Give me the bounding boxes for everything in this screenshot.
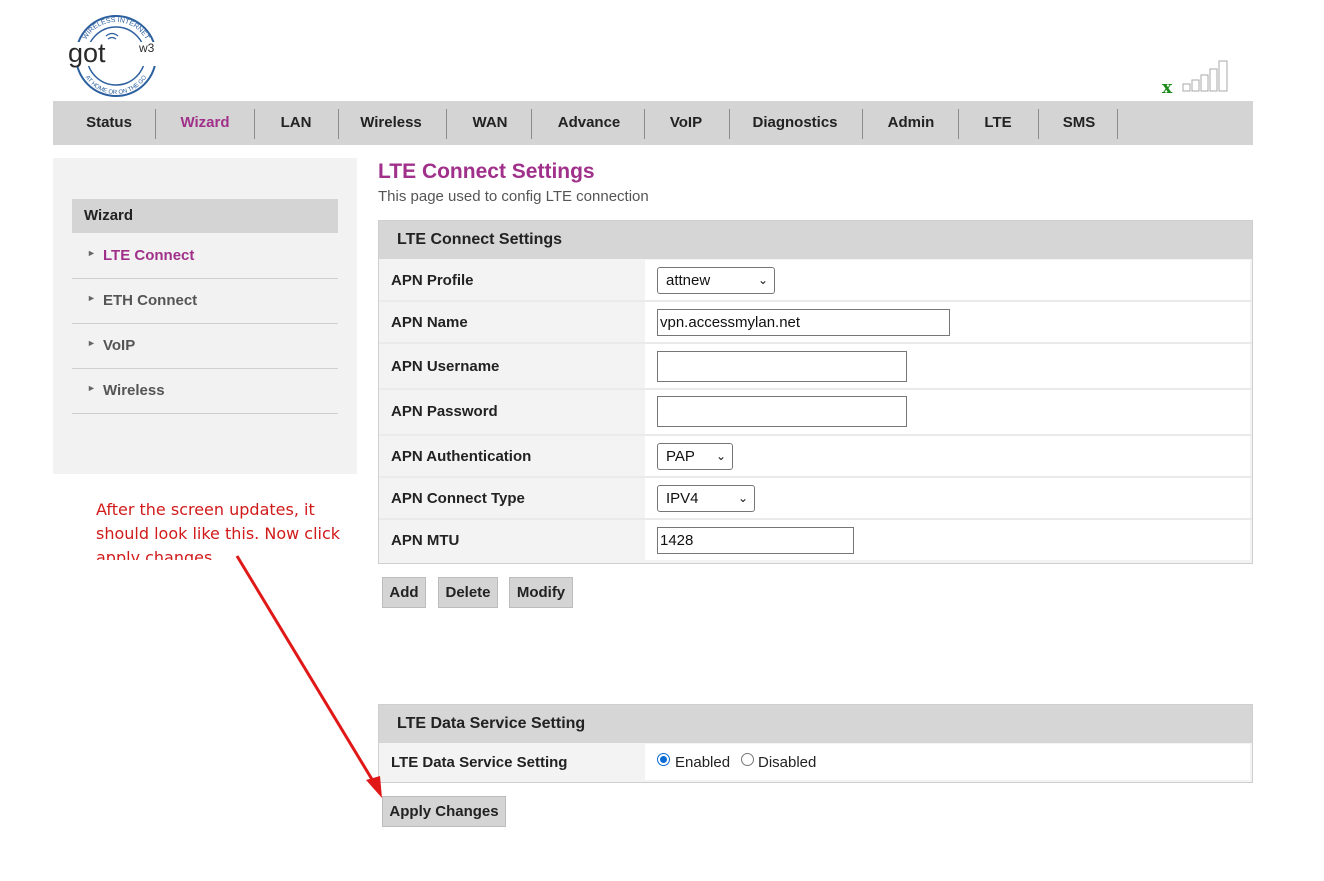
apn-profile-label: APN Profile — [391, 272, 474, 289]
row-apn-username: APN Username — [379, 344, 1252, 388]
nav-status[interactable]: Status — [73, 101, 145, 145]
nav-wan[interactable]: WAN — [453, 101, 527, 145]
sidebar-item-wireless[interactable]: ► Wireless — [72, 369, 338, 414]
page-title: LTE Connect Settings — [378, 160, 595, 183]
signal-strength-icon — [1182, 60, 1228, 92]
apn-profile-select[interactable]: attnew ⌄ — [657, 267, 775, 294]
apn-connect-type-label: APN Connect Type — [391, 490, 525, 507]
nav-diagnostics[interactable]: Diagnostics — [737, 101, 853, 145]
sidebar-item-label: ETH Connect — [103, 292, 198, 309]
apn-name-label: APN Name — [391, 314, 468, 331]
modify-button[interactable]: Modify — [509, 577, 573, 608]
main-nav: Status Wizard LAN Wireless WAN Advance V… — [53, 101, 1253, 145]
chevron-down-icon: ⌄ — [715, 449, 726, 463]
lte-connect-settings-panel: LTE Connect Settings APN Profile attnew … — [378, 220, 1253, 564]
svg-text:w3: w3 — [138, 41, 155, 55]
lte-data-service-panel: LTE Data Service Setting LTE Data Servic… — [378, 704, 1253, 783]
bullet-icon: ► — [87, 248, 96, 258]
chevron-down-icon: ⌄ — [757, 273, 768, 287]
panel-heading: LTE Connect Settings — [379, 221, 1252, 259]
bullet-icon: ► — [87, 383, 96, 393]
chevron-down-icon: ⌄ — [737, 491, 748, 505]
row-apn-connect-type: APN Connect Type IPV4 ⌄ — [379, 478, 1252, 518]
sidebar-heading: Wizard — [72, 199, 338, 233]
enabled-radio-label: Enabled — [675, 754, 731, 771]
apn-password-input[interactable] — [657, 396, 907, 427]
row-apn-profile: APN Profile attnew ⌄ — [379, 260, 1252, 300]
sidebar-item-label: LTE Connect — [103, 247, 195, 264]
disabled-radio[interactable] — [741, 753, 754, 766]
sidebar-item-label: VoIP — [103, 337, 136, 354]
row-apn-authentication: APN Authentication PAP ⌄ — [379, 436, 1252, 476]
enabled-radio[interactable] — [657, 753, 670, 766]
svg-text:got: got — [68, 38, 106, 68]
nav-lte[interactable]: LTE — [965, 101, 1031, 145]
nav-voip[interactable]: VoIP — [653, 101, 719, 145]
nav-wireless[interactable]: Wireless — [346, 101, 436, 145]
row-apn-password: APN Password — [379, 390, 1252, 434]
disabled-radio-label: Disabled — [758, 754, 817, 771]
apn-name-input[interactable]: vpn.accessmylan.net — [657, 309, 950, 336]
page-description: This page used to config LTE connection — [378, 188, 649, 205]
row-lte-data-service: LTE Data Service Setting Enabled Disable… — [379, 744, 1252, 780]
gotw3-logo: WIRELESS INTERNET AT HOME OR ON THE GO g… — [66, 15, 166, 97]
sidebar-item-eth-connect[interactable]: ► ETH Connect — [72, 279, 338, 324]
row-apn-name: APN Name vpn.accessmylan.net — [379, 302, 1252, 342]
apn-username-input[interactable] — [657, 351, 907, 382]
apn-password-label: APN Password — [391, 403, 498, 420]
sidebar-item-voip[interactable]: ► VoIP — [72, 324, 338, 369]
nav-wizard[interactable]: Wizard — [165, 101, 245, 145]
delete-button[interactable]: Delete — [438, 577, 498, 608]
sidebar-item-lte-connect[interactable]: ► LTE Connect — [72, 234, 338, 279]
bullet-icon: ► — [87, 293, 96, 303]
panel-heading: LTE Data Service Setting — [379, 705, 1252, 743]
apn-mtu-input[interactable]: 1428 — [657, 527, 854, 554]
nav-lan[interactable]: LAN — [263, 101, 329, 145]
row-apn-mtu: APN MTU 1428 — [379, 520, 1252, 560]
sidebar: Wizard ► LTE Connect ► ETH Connect ► VoI… — [53, 158, 357, 474]
apn-authentication-select[interactable]: PAP ⌄ — [657, 443, 733, 470]
nav-admin[interactable]: Admin — [871, 101, 951, 145]
apn-connect-type-select[interactable]: IPV4 ⌄ — [657, 485, 755, 512]
bullet-icon: ► — [87, 338, 96, 348]
nav-advance[interactable]: Advance — [539, 101, 639, 145]
sidebar-item-label: Wireless — [103, 382, 165, 399]
annotation-arrow — [235, 555, 382, 798]
nav-sms[interactable]: SMS — [1047, 101, 1111, 145]
apn-authentication-label: APN Authentication — [391, 448, 532, 465]
apn-username-label: APN Username — [391, 358, 500, 375]
